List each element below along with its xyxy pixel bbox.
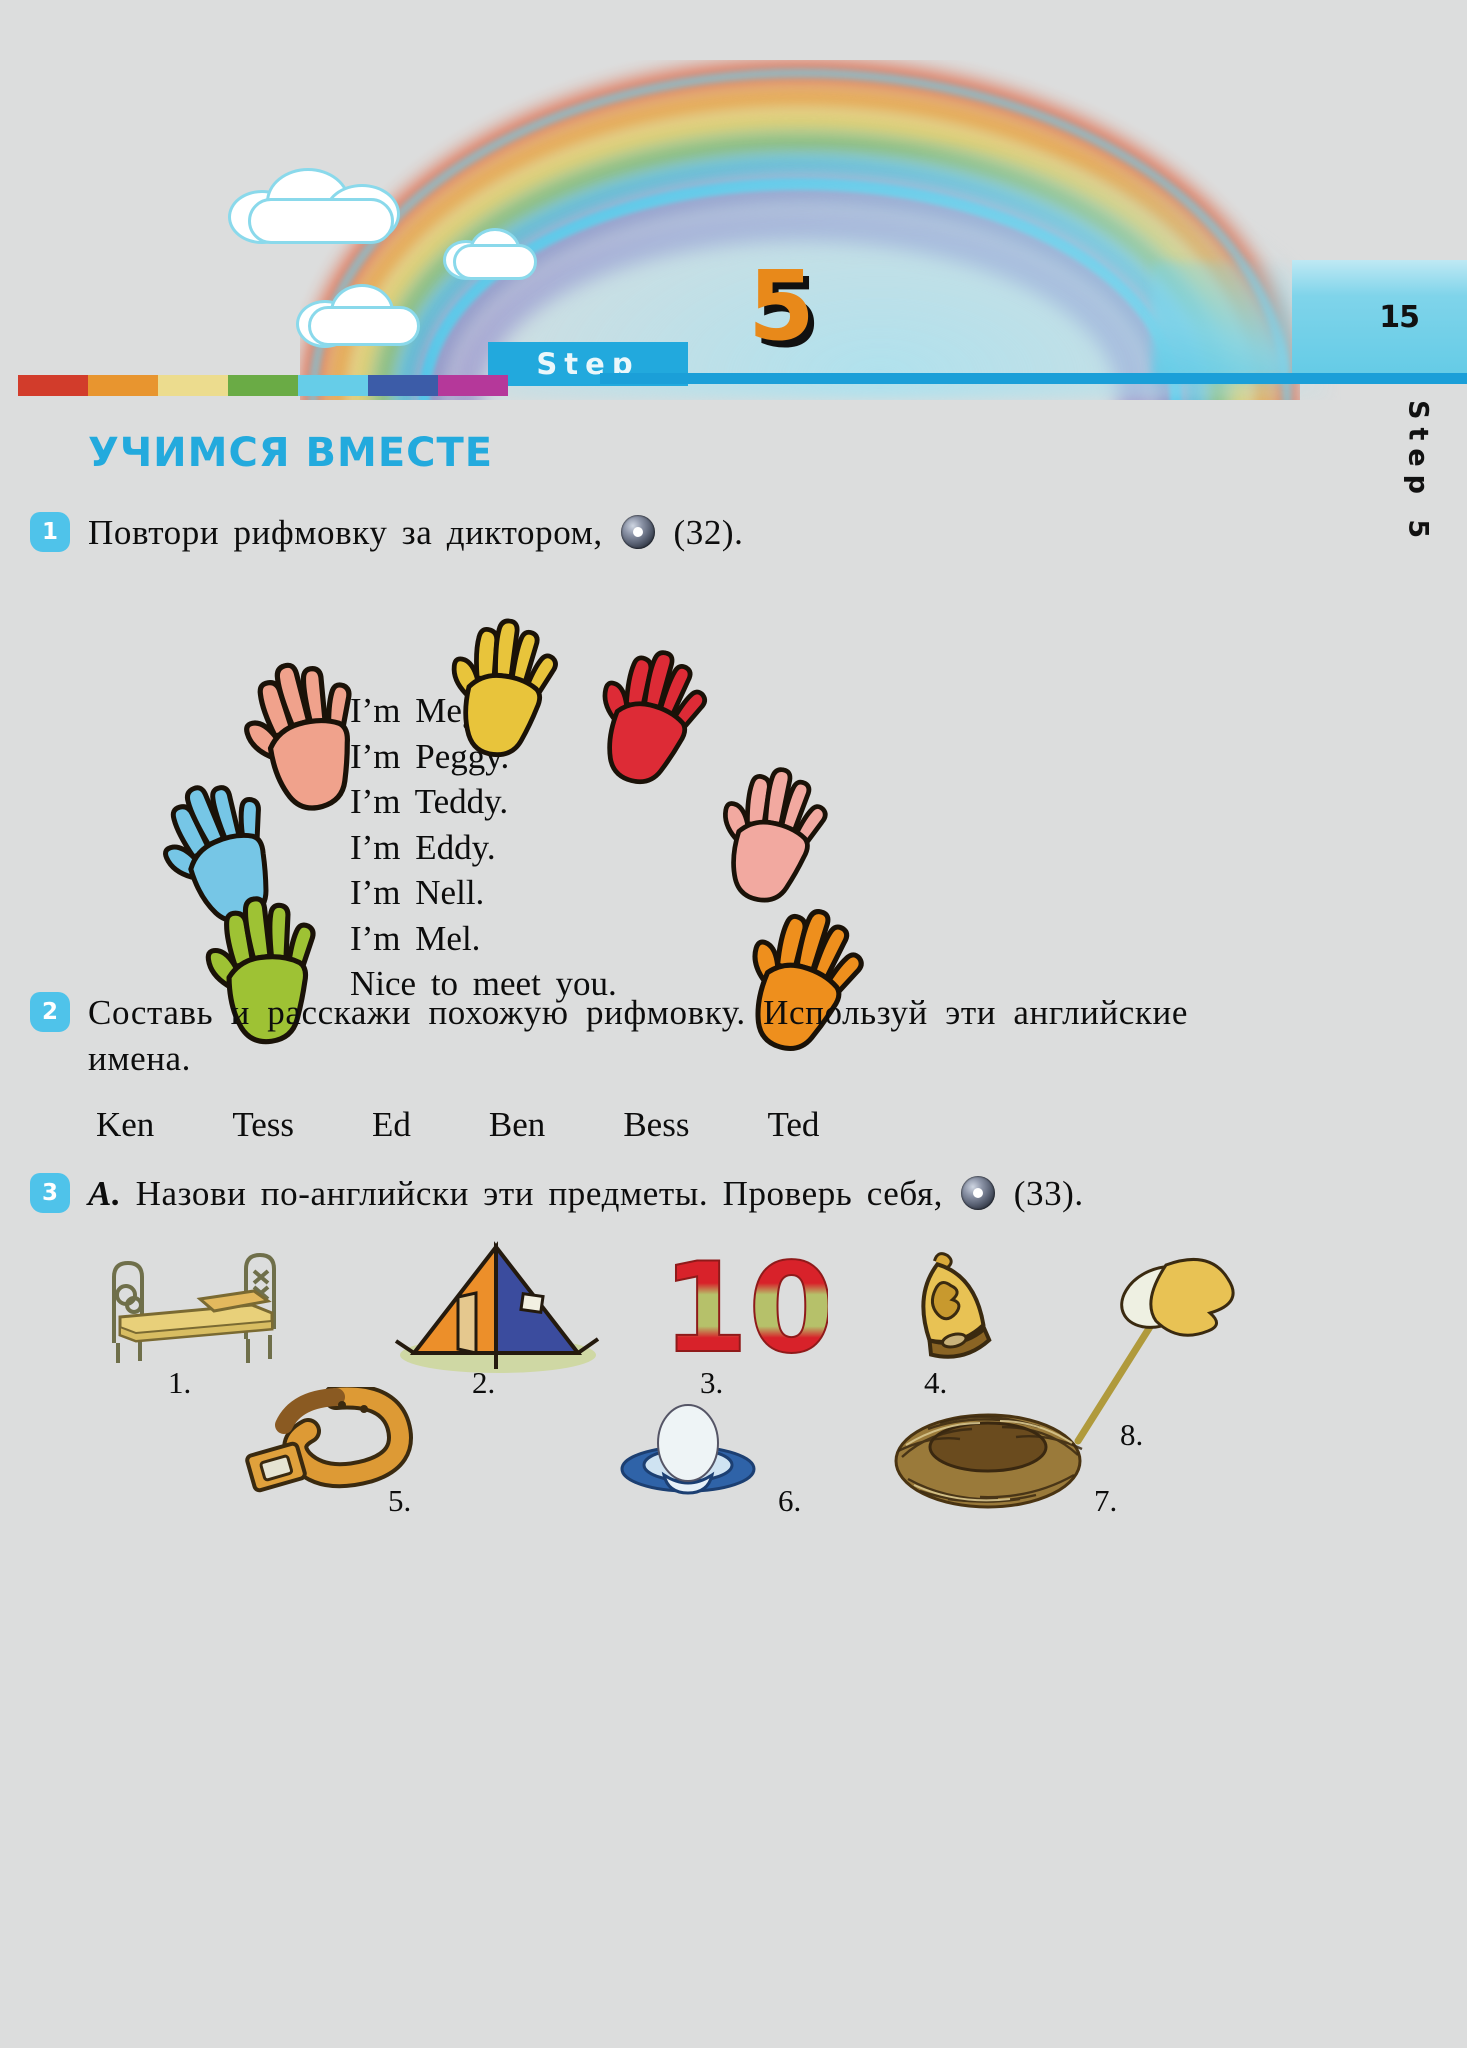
english-name: Ed	[372, 1104, 411, 1144]
chip-indigo	[368, 375, 438, 396]
cloud-icon	[296, 284, 424, 348]
exercise-3-text: Назови по-английски эти предметы. Провер…	[135, 1173, 943, 1213]
cloud-icon	[443, 228, 537, 280]
exercise-number-badge[interactable]: 3	[30, 1172, 70, 1213]
exercise-number-badge[interactable]: 1	[30, 512, 70, 552]
page-content: УЧИМСЯ ВМЕСТЕ 1 Повтори рифмовку за дикт…	[30, 430, 1235, 1605]
picture-number: 2.	[472, 1364, 496, 1400]
egg-picture	[608, 1403, 768, 1518]
rhyme-line: I’m Teddy.	[350, 782, 509, 822]
chip-lightblue	[298, 375, 368, 396]
rhyme-illustration-block: I’m Meggy. I’m Peggy. I’m Teddy. I’m Eddy. I…	[88, 566, 1188, 1052]
nest-picture	[888, 1395, 1088, 1520]
english-name: Ken	[96, 1104, 155, 1144]
exercise-1: 1 Повтори рифмовку за диктором, (32).	[30, 510, 1188, 556]
rhyme-line: I’m Nell.	[350, 873, 485, 913]
side-tab-label: Step 5	[1402, 400, 1434, 547]
color-chip-bar	[18, 375, 508, 396]
bell-picture	[888, 1247, 1008, 1374]
tent-picture	[388, 1237, 608, 1382]
page-title: УЧИМСЯ ВМЕСТЕ	[88, 430, 494, 476]
exercise-3-part-label: A.	[88, 1173, 122, 1213]
picture-number: 6.	[778, 1482, 802, 1518]
step-number: 5	[748, 250, 815, 362]
corner-gradient	[1152, 262, 1292, 380]
exercise-3-instruction: A. Назови по-английски эти предметы. Про…	[88, 1171, 1188, 1217]
chip-magenta	[438, 375, 508, 396]
chip-orange	[88, 375, 158, 396]
english-name: Ben	[488, 1104, 546, 1144]
english-names-row: Ken Tess Ed Ben Bess Ted	[96, 1105, 1188, 1145]
exercise-1-instruction: Повтори рифмовку за диктором, (32).	[88, 510, 1188, 556]
header-artwork: Step 5 15	[0, 0, 1467, 400]
picture-number: 7.	[1094, 1482, 1118, 1518]
english-name: Tess	[232, 1104, 295, 1144]
picture-number: 1.	[168, 1364, 192, 1400]
rhyme-line: I’m Mel.	[350, 918, 481, 958]
exercise-2-instruction: Составь и расскажи похожую рифмовку. Исп…	[88, 993, 1188, 1079]
hand-pink-right	[699, 757, 840, 917]
rhyme-line: I’m Eddy.	[350, 827, 496, 867]
bed-picture	[96, 1243, 296, 1378]
exercise-1-text: Повтори рифмовку за диктором,	[88, 513, 603, 552]
picture-number: 5.	[388, 1482, 412, 1518]
exercise-3-track: (33).	[1013, 1173, 1084, 1213]
exercise-number-badge[interactable]: 2	[30, 992, 70, 1033]
header-rule	[600, 373, 1467, 384]
cd-icon	[621, 515, 656, 549]
hand-yellow-top	[433, 612, 567, 768]
cloud-icon	[228, 168, 408, 244]
side-tab: Step 5	[1395, 400, 1441, 620]
picture-number: 8.	[1120, 1416, 1144, 1452]
cd-icon	[961, 1175, 996, 1210]
ten-picture: 10	[658, 1236, 836, 1382]
picture-grid: 1. 2. 10 3. 4. 8. 5. 6. 7.	[88, 1235, 1235, 1605]
exercise-2: 2 Составь и расскажи похожую рифмовку. И…	[30, 990, 1188, 1145]
hand-red-right	[573, 636, 722, 802]
page-number: 15	[1379, 300, 1420, 335]
chip-green	[228, 375, 298, 396]
picture-number: 3.	[700, 1364, 724, 1400]
textbook-page: Step 5 15 Step 5 УЧИМСЯ ВМЕСТЕ 1 Повтори…	[0, 0, 1467, 2048]
exercise-3: 3 A. Назови по-английски эти предметы. П…	[30, 1171, 1188, 1217]
english-name: Ted	[767, 1104, 820, 1144]
exercise-1-track: (32).	[673, 513, 744, 552]
chip-red	[18, 375, 88, 396]
svg-text:10: 10	[662, 1243, 828, 1368]
chip-yellow	[158, 375, 228, 396]
english-name: Bess	[623, 1104, 690, 1144]
